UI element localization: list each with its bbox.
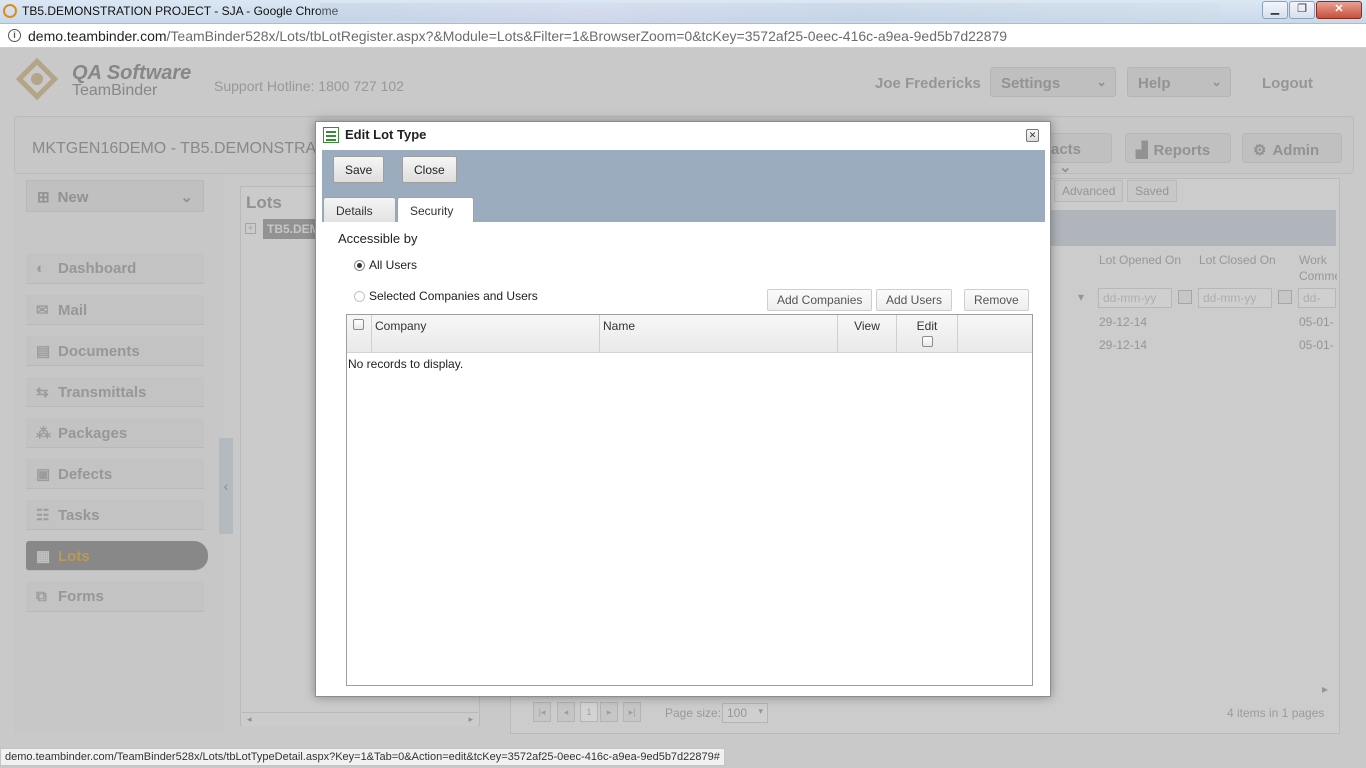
column-name[interactable]: Name [600, 315, 838, 353]
add-companies-button[interactable]: Add Companies [767, 289, 873, 311]
edit-lot-type-dialog: Edit Lot Type ✕ Save Close Details Secur… [315, 121, 1051, 697]
dialog-title-bar[interactable]: Edit Lot Type ✕ [316, 122, 1050, 148]
maximize-button[interactable]: ❐ [1289, 1, 1315, 19]
no-records-message: No records to display. [348, 357, 464, 371]
background-windows [320, 3, 1220, 21]
column-spacer [958, 315, 1032, 353]
column-view[interactable]: View [838, 315, 897, 353]
url-text[interactable]: demo.teambinder.com/TeamBinder528x/Lots/… [28, 28, 1007, 44]
grid-header: Company Name View Edit [347, 315, 1032, 353]
dialog-toolbar: Save Close Details Security [322, 150, 1045, 224]
remove-button[interactable]: Remove [964, 289, 1029, 311]
all-users-radio[interactable] [354, 260, 365, 271]
minimize-button[interactable]: ▁ [1262, 1, 1288, 19]
window-title: TB5.DEMONSTRATION PROJECT - SJA - Google… [22, 4, 339, 18]
teambinder-favicon-icon [0, 1, 20, 21]
column-edit-label: Edit [916, 319, 938, 333]
info-icon[interactable]: i [8, 29, 21, 42]
all-users-label[interactable]: All Users [369, 258, 417, 272]
security-grid: Company Name View Edit No records to dis… [346, 314, 1033, 686]
column-company[interactable]: Company [372, 315, 600, 353]
add-users-button[interactable]: Add Users [876, 289, 953, 311]
tab-details[interactable]: Details [323, 197, 396, 223]
select-all-checkbox[interactable] [353, 319, 364, 330]
save-button[interactable]: Save [333, 156, 385, 183]
status-bar-url: demo.teambinder.com/TeamBinder528x/Lots/… [0, 748, 725, 766]
tab-security[interactable]: Security [397, 197, 474, 224]
address-bar[interactable]: i demo.teambinder.com/TeamBinder528x/Lot… [0, 24, 1366, 48]
close-button[interactable]: Close [402, 156, 457, 183]
browser-title-bar: TB5.DEMONSTRATION PROJECT - SJA - Google… [0, 0, 1366, 24]
dialog-close-icon[interactable]: ✕ [1026, 129, 1039, 142]
select-all-column [347, 315, 372, 353]
column-edit[interactable]: Edit [897, 315, 958, 353]
dialog-title: Edit Lot Type [345, 127, 427, 142]
edit-all-checkbox[interactable] [922, 336, 933, 347]
selected-companies-label[interactable]: Selected Companies and Users [369, 289, 538, 303]
window-close-button[interactable]: ✕ [1316, 1, 1362, 19]
selected-companies-radio[interactable] [354, 291, 365, 302]
accessible-by-label: Accessible by [338, 231, 418, 246]
security-tab-content: Accessible by All Users Selected Compani… [322, 222, 1045, 692]
form-icon [323, 127, 339, 143]
